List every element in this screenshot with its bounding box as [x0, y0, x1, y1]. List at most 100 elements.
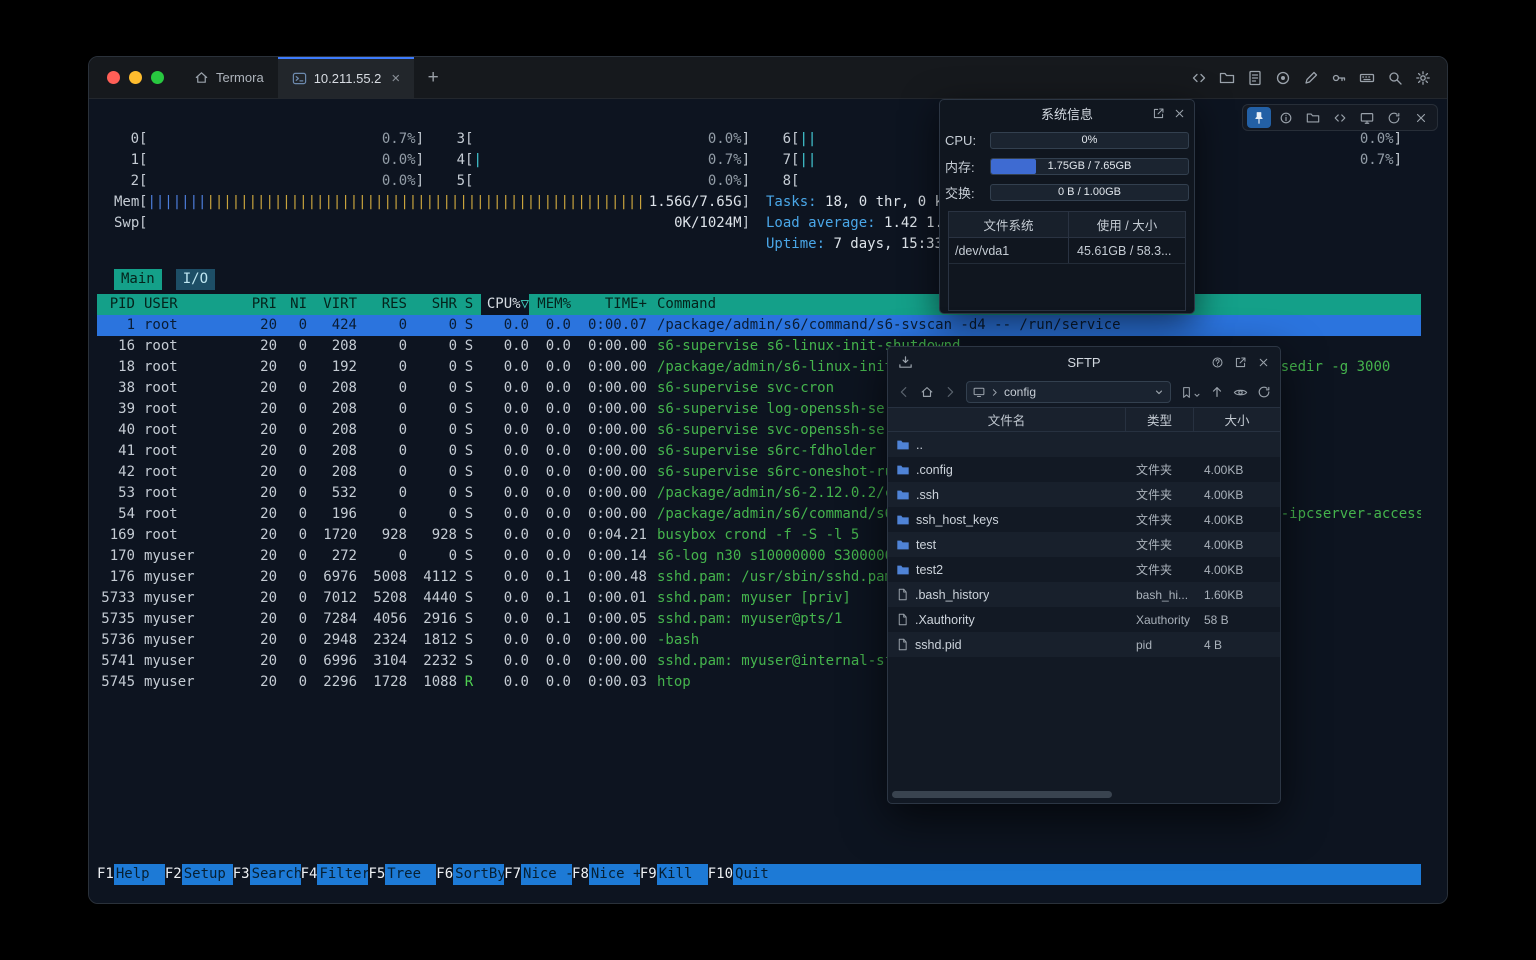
column-pri[interactable]: PRI [231, 294, 277, 315]
refresh-icon[interactable] [1382, 107, 1406, 128]
chevron-right-icon [990, 388, 999, 397]
cpu-metric: CPU: 0% [940, 127, 1194, 153]
function-key[interactable]: F2Setup [165, 864, 233, 885]
filesystem-name: /dev/vda1 [949, 238, 1069, 263]
current-path: config [1004, 385, 1036, 399]
tab-session-label: 10.211.55.2 [314, 71, 382, 86]
column-pid[interactable]: PID [97, 294, 135, 315]
code-icon[interactable] [1191, 70, 1207, 86]
file-row[interactable]: .config 文件夹 4.00KB [888, 457, 1280, 482]
function-key[interactable]: F9Kill [640, 864, 708, 885]
close-icon[interactable] [1173, 107, 1186, 120]
file-icon [896, 638, 909, 651]
folder-icon [896, 463, 910, 477]
tab-home[interactable]: Termora [180, 57, 278, 98]
edit-icon[interactable] [1303, 70, 1319, 86]
cpu-meter: 0[0.7%] [114, 129, 424, 150]
minimize-window-button[interactable] [129, 71, 142, 84]
forward-icon[interactable] [943, 385, 957, 399]
function-key[interactable]: F4Filter [301, 864, 369, 885]
function-key[interactable]: F6SortBy [436, 864, 504, 885]
help-icon[interactable] [1211, 356, 1224, 369]
column-usage: 使用 / 大小 [1069, 212, 1185, 237]
function-key[interactable]: F7Nice - [504, 864, 572, 885]
function-key[interactable]: F5Tree [368, 864, 436, 885]
search-icon[interactable] [1387, 70, 1403, 86]
swap-usage-text: 0K/1024M [674, 213, 741, 234]
tab-session[interactable]: 10.211.55.2 × [278, 57, 414, 98]
function-key[interactable]: F8Nice + [572, 864, 640, 885]
close-icon[interactable] [1257, 356, 1270, 369]
htop-tab-main[interactable]: Main [114, 269, 162, 290]
info-icon[interactable] [1274, 107, 1298, 128]
pin-icon[interactable] [1247, 107, 1271, 128]
function-key[interactable]: F10Quit [708, 864, 784, 885]
log-icon[interactable] [1247, 70, 1263, 86]
refresh-icon[interactable] [1257, 385, 1271, 399]
column-filename[interactable]: 文件名 [888, 408, 1126, 431]
column-time[interactable]: TIME+ [571, 294, 647, 315]
show-hidden-files-icon[interactable] [1233, 385, 1248, 400]
swap-meter: Swp[0K/1024M] [114, 213, 750, 234]
swap-meter-row: Swp[0K/1024M] Load average: 1.42 1.38 1.… [97, 213, 1421, 234]
htop-tab-io[interactable]: I/O [176, 269, 215, 290]
new-tab-button[interactable]: + [414, 57, 452, 98]
filesystem-row[interactable]: /dev/vda1 45.61GB / 58.3... [949, 238, 1185, 264]
column-filesize[interactable]: 大小 [1194, 408, 1280, 431]
folder-icon [896, 513, 910, 527]
chevron-down-icon[interactable] [1154, 387, 1164, 397]
file-row[interactable]: sshd.pid pid 4 B [888, 632, 1280, 657]
folder-icon [896, 538, 910, 552]
file-row[interactable]: .ssh 文件夹 4.00KB [888, 482, 1280, 507]
uptime: Uptime: 7 days, 15:33:17 [766, 234, 968, 255]
column-cpu-sorted[interactable]: CPU%▽ [481, 294, 529, 315]
file-row[interactable]: .. [888, 432, 1280, 457]
monitor-icon[interactable] [1355, 107, 1379, 128]
column-res[interactable]: RES [357, 294, 407, 315]
titlebar-toolbar [1191, 57, 1447, 98]
file-row[interactable]: ssh_host_keys 文件夹 4.00KB [888, 507, 1280, 532]
column-state[interactable]: S [457, 294, 481, 315]
column-user[interactable]: USER [135, 294, 231, 315]
zoom-window-button[interactable] [151, 71, 164, 84]
close-window-button[interactable] [107, 71, 120, 84]
column-virt[interactable]: VIRT [307, 294, 357, 315]
cpu-label: CPU: [945, 133, 990, 148]
bookmark-icon[interactable] [1180, 386, 1201, 399]
htop-tab-bar: Main I/O [97, 269, 1421, 290]
settings-icon[interactable] [1415, 70, 1431, 86]
system-info-titlebar[interactable]: 系统信息 [940, 100, 1194, 127]
file-row[interactable]: .Xauthority Xauthority 58 B [888, 607, 1280, 632]
path-breadcrumb[interactable]: config [966, 381, 1171, 403]
sftp-navbar: config [888, 377, 1280, 407]
close-icon[interactable] [1409, 107, 1433, 128]
cpu-meter: 3[0.0%] [440, 129, 750, 150]
file-row[interactable]: .bash_history bash_hi... 1.60KB [888, 582, 1280, 607]
column-mem[interactable]: MEM% [529, 294, 571, 315]
record-icon[interactable] [1275, 70, 1291, 86]
file-row[interactable]: test2 文件夹 4.00KB [888, 557, 1280, 582]
external-link-icon[interactable] [1234, 356, 1247, 369]
memory-meter-row: Mem[||||||||||||||||||||||||||||||||||||… [97, 192, 1421, 213]
folder-icon[interactable] [1219, 70, 1235, 86]
column-ni[interactable]: NI [277, 294, 307, 315]
column-shr[interactable]: SHR [407, 294, 457, 315]
scrollbar-thumb[interactable] [892, 791, 1112, 798]
traffic-lights [89, 57, 180, 98]
back-icon[interactable] [897, 385, 911, 399]
close-tab-icon[interactable]: × [391, 71, 400, 86]
column-filetype[interactable]: 类型 [1126, 408, 1194, 431]
code-icon[interactable] [1328, 107, 1352, 128]
file-row[interactable]: test 文件夹 4.00KB [888, 532, 1280, 557]
function-key[interactable]: F3Search [233, 864, 301, 885]
sftp-titlebar[interactable]: SFTP [888, 347, 1280, 377]
key-icon[interactable] [1331, 70, 1347, 86]
parent-directory-icon[interactable] [1210, 385, 1224, 399]
horizontal-scrollbar[interactable] [892, 791, 1276, 798]
function-key[interactable]: F1Help [97, 864, 165, 885]
folder-icon[interactable] [1301, 107, 1325, 128]
process-row[interactable]: 1 root 20 0 424 0 0 S 0.0 0.0 0:00.07 /p… [97, 315, 1421, 336]
keyboard-icon[interactable] [1359, 70, 1375, 86]
external-link-icon[interactable] [1152, 107, 1165, 120]
home-icon[interactable] [920, 385, 934, 399]
